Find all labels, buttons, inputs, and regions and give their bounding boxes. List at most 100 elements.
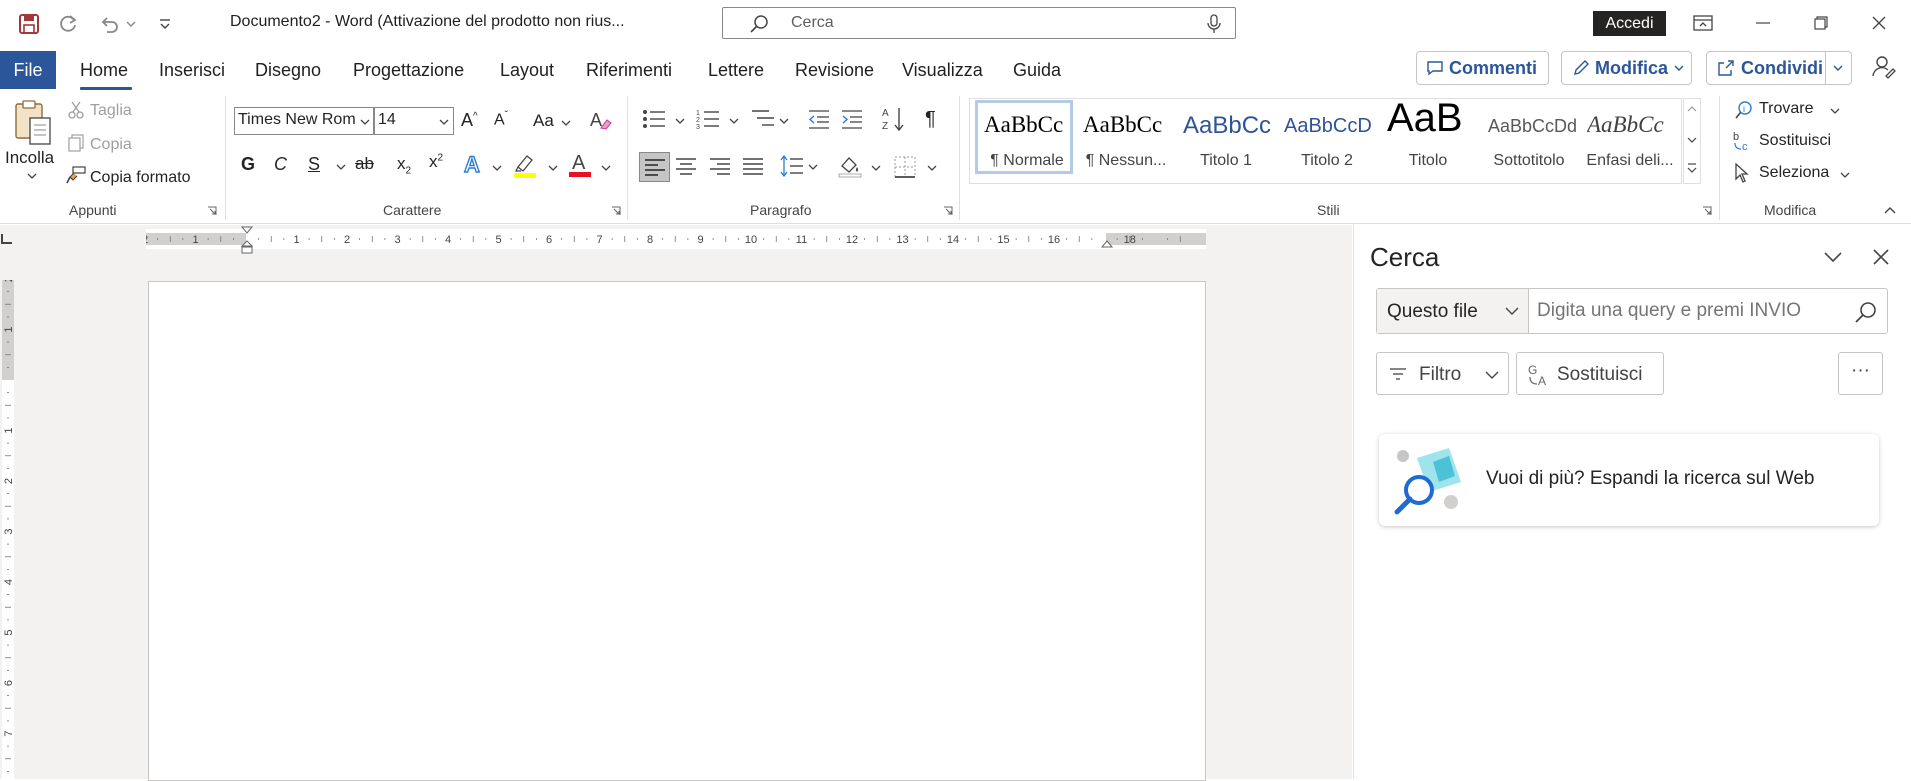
restore-icon[interactable]	[1798, 8, 1844, 38]
tab-mailings[interactable]: Lettere	[708, 60, 764, 81]
minimize-icon[interactable]	[1740, 8, 1786, 38]
align-left-button[interactable]	[639, 152, 670, 182]
paste-dropdown-icon[interactable]	[27, 172, 37, 180]
share-chevron-icon[interactable]	[1833, 64, 1843, 72]
filter-button[interactable]: Filtro	[1376, 352, 1509, 395]
bullets-chevron-icon[interactable]	[675, 117, 685, 125]
grow-font-icon[interactable]: A^	[461, 110, 478, 131]
save-icon[interactable]	[16, 11, 42, 37]
web-search-card[interactable]: Vuoi di più? Espandi la ricerca sul Web	[1379, 434, 1879, 526]
undo-icon[interactable]	[96, 11, 122, 37]
change-case-chevron-icon[interactable]	[561, 119, 571, 127]
copy-button[interactable]: Copia	[90, 136, 132, 154]
style-heading2[interactable]: AaBbCcD Titolo 2	[1278, 100, 1376, 174]
tab-design[interactable]: Progettazione	[353, 60, 464, 81]
title-search-box[interactable]: Cerca	[722, 7, 1236, 39]
share-button[interactable]: Condividi	[1706, 51, 1852, 85]
styles-scroll-up-icon[interactable]	[1687, 105, 1697, 113]
editing-mode-button[interactable]: Modifica	[1561, 51, 1692, 85]
show-formatting-marks-icon[interactable]: ¶	[925, 108, 936, 131]
styles-more-icon[interactable]	[1687, 162, 1697, 174]
shrink-font-icon[interactable]: Aˇ	[494, 110, 508, 129]
bullets-icon[interactable]	[642, 109, 666, 129]
style-subtitle[interactable]: AaBbCcDd Sottotitolo	[1480, 100, 1578, 174]
sort-icon[interactable]: AZ	[881, 106, 905, 132]
tab-file[interactable]: File	[0, 51, 56, 89]
font-family-select[interactable]: Times New Rom	[234, 107, 374, 135]
change-case-icon[interactable]: Aa	[533, 111, 554, 131]
paste-button[interactable]: Incolla	[5, 148, 54, 168]
borders-chevron-icon[interactable]	[927, 164, 937, 172]
pane-search-icon[interactable]	[1855, 301, 1877, 323]
collapse-ribbon-icon[interactable]	[1884, 206, 1896, 214]
text-effects-chevron-icon[interactable]	[492, 164, 502, 172]
vertical-ruler[interactable]: 2 1 1 2 3 4 5 6 7	[0, 280, 16, 779]
tab-layout[interactable]: Layout	[500, 60, 554, 81]
subscript-icon[interactable]: x2	[397, 154, 411, 176]
cut-button[interactable]: Taglia	[90, 102, 132, 120]
undo-dropdown-icon[interactable]	[124, 11, 138, 37]
line-spacing-icon[interactable]	[780, 155, 804, 177]
clear-formatting-icon[interactable]: A	[589, 108, 613, 132]
first-line-indent-marker[interactable]	[241, 226, 253, 234]
italic-button[interactable]: C	[274, 154, 287, 175]
align-right-icon[interactable]	[710, 157, 730, 175]
decrease-indent-icon[interactable]	[808, 109, 830, 129]
paste-icon[interactable]	[12, 98, 56, 146]
font-dialog-launcher-icon[interactable]	[611, 206, 621, 216]
close-icon[interactable]	[1856, 8, 1902, 38]
superscript-icon[interactable]: x2	[429, 152, 443, 172]
highlight-chevron-icon[interactable]	[548, 164, 558, 172]
tab-selector-icon[interactable]	[0, 232, 14, 246]
tab-help[interactable]: Guida	[1013, 60, 1061, 81]
shading-icon[interactable]	[838, 154, 862, 178]
right-indent-marker[interactable]	[1101, 240, 1113, 248]
comments-button[interactable]: Commenti	[1416, 51, 1549, 85]
style-subtle-emphasis[interactable]: AaBbCc Enfasi deli...	[1581, 100, 1679, 174]
style-title[interactable]: AaB Titolo	[1379, 96, 1477, 174]
customize-toolbar-icon[interactable]	[152, 11, 178, 37]
search-scope-select[interactable]: Questo file	[1377, 289, 1529, 333]
select-button[interactable]: Seleziona	[1759, 164, 1829, 182]
tab-home[interactable]: Home	[80, 60, 128, 81]
borders-icon[interactable]	[894, 156, 916, 178]
tab-references[interactable]: Riferimenti	[586, 60, 672, 81]
tab-insert[interactable]: Inserisci	[159, 60, 225, 81]
shading-chevron-icon[interactable]	[871, 164, 881, 172]
format-painter-button[interactable]: Copia formato	[90, 169, 191, 187]
horizontal-ruler[interactable]: 211234567891011121314151618	[146, 226, 1206, 254]
microphone-icon[interactable]	[1207, 14, 1221, 34]
underline-button[interactable]: S	[308, 154, 320, 175]
replace-pane-button[interactable]: GA Sostituisci	[1516, 352, 1664, 395]
strikethrough-icon[interactable]: ab	[355, 154, 374, 174]
multilevel-list-icon[interactable]	[751, 108, 775, 130]
align-center-icon[interactable]	[676, 157, 696, 175]
clipboard-dialog-launcher-icon[interactable]	[207, 206, 217, 216]
tab-review[interactable]: Revisione	[795, 60, 874, 81]
select-chevron-icon[interactable]	[1840, 171, 1850, 179]
justify-icon[interactable]	[743, 157, 763, 175]
paragraph-dialog-launcher-icon[interactable]	[943, 206, 953, 216]
replace-button[interactable]: Sostituisci	[1759, 132, 1831, 150]
styles-dialog-launcher-icon[interactable]	[1702, 206, 1712, 216]
pane-more-options-button[interactable]: ···	[1838, 352, 1883, 395]
pane-close-icon[interactable]	[1873, 249, 1889, 265]
numbering-chevron-icon[interactable]	[729, 117, 739, 125]
style-no-spacing[interactable]: AaBbCc ¶ Nessun...	[1077, 100, 1175, 174]
font-color-chevron-icon[interactable]	[601, 164, 611, 172]
coauthoring-icon[interactable]	[1871, 54, 1897, 80]
hanging-indent-marker[interactable]	[241, 240, 253, 254]
styles-scroll-down-icon[interactable]	[1687, 136, 1697, 144]
document-page[interactable]	[148, 281, 1206, 781]
highlight-color-icon[interactable]	[513, 152, 537, 178]
ribbon-display-options-icon[interactable]	[1680, 8, 1726, 38]
tab-draw[interactable]: Disegno	[255, 60, 321, 81]
pane-query-input[interactable]	[1537, 297, 1837, 325]
increase-indent-icon[interactable]	[841, 109, 863, 129]
text-effects-icon[interactable]: A	[463, 152, 487, 178]
pane-options-chevron-icon[interactable]	[1824, 251, 1842, 263]
redo-icon[interactable]	[55, 11, 81, 37]
numbering-icon[interactable]: 123	[696, 108, 720, 130]
font-color-icon[interactable]: A	[568, 150, 592, 178]
style-heading1[interactable]: AaBbCc Titolo 1	[1177, 100, 1275, 174]
